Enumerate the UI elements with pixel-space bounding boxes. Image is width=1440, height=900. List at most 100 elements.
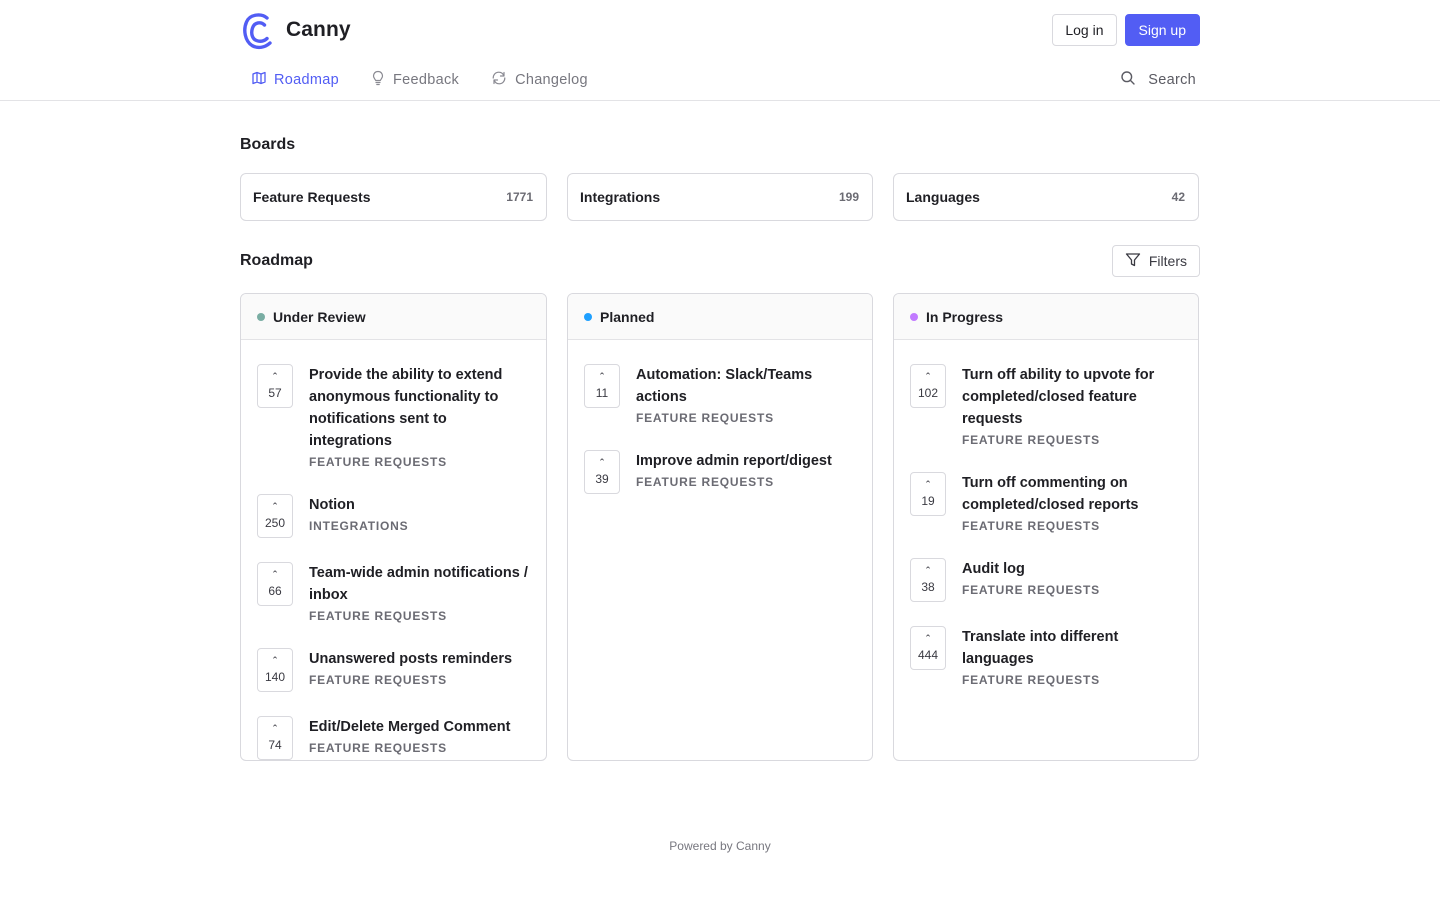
login-button[interactable]: Log in	[1052, 14, 1117, 46]
post-item[interactable]: ⌃ 39 Improve admin report/digest FEATURE…	[584, 450, 856, 494]
chevron-up-icon: ⌃	[271, 568, 279, 579]
upvote-button[interactable]: ⌃ 66	[257, 562, 293, 606]
post-item[interactable]: ⌃ 57 Provide the ability to extend anony…	[257, 364, 530, 470]
post-title[interactable]: Translate into different languages	[962, 626, 1182, 670]
nav-tab-label: Feedback	[392, 72, 460, 88]
filters-button[interactable]: Filters	[1111, 245, 1200, 277]
board-card-languages[interactable]: Languages 42	[893, 173, 1199, 221]
board-card-feature-requests[interactable]: Feature Requests 1771	[240, 173, 547, 221]
post-title[interactable]: Notion	[309, 494, 408, 516]
upvote-button[interactable]: ⌃ 250	[257, 494, 293, 538]
vote-count: 19	[921, 493, 935, 508]
chevron-up-icon: ⌃	[271, 654, 279, 665]
post-title[interactable]: Turn off commenting on completed/closed …	[962, 472, 1182, 516]
search-icon	[1120, 70, 1148, 90]
filter-icon	[1125, 252, 1149, 271]
brand-name: Canny	[286, 18, 351, 41]
vote-count: 66	[268, 583, 282, 598]
post-title[interactable]: Improve admin report/digest	[636, 450, 832, 472]
upvote-button[interactable]: ⌃ 74	[257, 716, 293, 760]
nav-tab-feedback[interactable]: Feedback	[359, 62, 471, 98]
post-title[interactable]: Edit/Delete Merged Comment	[309, 716, 510, 738]
chevron-up-icon: ⌃	[271, 722, 279, 733]
board-card-integrations[interactable]: Integrations 199	[567, 173, 873, 221]
roadmap-columns: Under Review ⌃ 57 Provide the ability to…	[240, 293, 1199, 761]
post-item[interactable]: ⌃ 66 Team-wide admin notifications / inb…	[257, 562, 530, 624]
upvote-button[interactable]: ⌃ 444	[910, 626, 946, 670]
boards-heading: Boards	[240, 136, 296, 153]
post-title[interactable]: Unanswered posts reminders	[309, 648, 512, 670]
main-nav: Roadmap Feedback Changelog	[240, 62, 608, 100]
vote-count: 444	[917, 647, 939, 662]
post-title[interactable]: Audit log	[962, 558, 1100, 580]
post-item[interactable]: ⌃ 140 Unanswered posts reminders FEATURE…	[257, 648, 530, 692]
vote-count: 38	[921, 579, 935, 594]
board-name: Feature Requests	[253, 189, 371, 205]
signup-button[interactable]: Sign up	[1124, 14, 1200, 46]
nav-tab-changelog[interactable]: Changelog	[479, 62, 600, 98]
column-header[interactable]: Under Review	[241, 294, 546, 340]
post-item[interactable]: ⌃ 11 Automation: Slack/Teams actions FEA…	[584, 364, 856, 426]
chevron-up-icon: ⌃	[271, 370, 279, 381]
column-posts: ⌃ 57 Provide the ability to extend anony…	[241, 340, 546, 760]
top-header: Canny Log in Sign up Roadmap Feedback Ch…	[0, 0, 1440, 101]
chevron-up-icon: ⌃	[598, 370, 606, 381]
upvote-button[interactable]: ⌃ 19	[910, 472, 946, 516]
boards-list: Feature Requests 1771 Integrations 199 L…	[240, 173, 1199, 221]
chevron-up-icon: ⌃	[924, 370, 932, 381]
post-title[interactable]: Turn off ability to upvote for completed…	[962, 364, 1182, 430]
column-posts: ⌃ 102 Turn off ability to upvote for com…	[894, 340, 1198, 688]
post-board-label: FEATURE REQUESTS	[309, 741, 447, 755]
column-posts: ⌃ 11 Automation: Slack/Teams actions FEA…	[568, 340, 872, 494]
column-header[interactable]: Planned	[568, 294, 872, 340]
vote-count: 57	[268, 385, 282, 400]
upvote-button[interactable]: ⌃ 140	[257, 648, 293, 692]
column-title: Planned	[600, 308, 655, 325]
upvote-button[interactable]: ⌃ 57	[257, 364, 293, 408]
map-icon	[252, 71, 274, 89]
board-post-count: 199	[838, 190, 859, 204]
post-item[interactable]: ⌃ 38 Audit log FEATURE REQUESTS	[910, 558, 1182, 602]
powered-by-link[interactable]: Powered by Canny	[0, 839, 1440, 853]
post-title[interactable]: Team-wide admin notifications / inbox	[309, 562, 530, 606]
chevron-up-icon: ⌃	[924, 478, 932, 489]
roadmap-heading: Roadmap	[240, 252, 313, 269]
post-board-label: FEATURE REQUESTS	[962, 519, 1100, 533]
post-board-label: FEATURE REQUESTS	[309, 455, 447, 469]
brand-logo-link[interactable]: Canny	[240, 10, 351, 50]
lightbulb-icon	[371, 70, 393, 90]
board-name: Languages	[906, 189, 980, 205]
post-board-label: FEATURE REQUESTS	[962, 583, 1100, 597]
chevron-up-icon: ⌃	[271, 500, 279, 511]
status-dot	[910, 312, 918, 321]
upvote-button[interactable]: ⌃ 11	[584, 364, 620, 408]
chevron-up-icon: ⌃	[924, 632, 932, 643]
post-item[interactable]: ⌃ 19 Turn off commenting on completed/cl…	[910, 472, 1182, 534]
post-title[interactable]: Automation: Slack/Teams actions	[636, 364, 856, 408]
upvote-button[interactable]: ⌃ 38	[910, 558, 946, 602]
post-item[interactable]: ⌃ 74 Edit/Delete Merged Comment FEATURE …	[257, 716, 530, 760]
chevron-up-icon: ⌃	[924, 564, 932, 575]
filters-label: Filters	[1148, 253, 1187, 269]
column-title: Under Review	[273, 308, 366, 325]
vote-count: 250	[264, 515, 286, 530]
post-board-label: FEATURE REQUESTS	[962, 673, 1100, 687]
vote-count: 140	[264, 669, 286, 684]
post-item[interactable]: ⌃ 102 Turn off ability to upvote for com…	[910, 364, 1182, 448]
roadmap-column-planned: Planned ⌃ 11 Automation: Slack/Teams act…	[567, 293, 873, 761]
post-board-label: FEATURE REQUESTS	[309, 609, 447, 623]
nav-tab-label: Changelog	[515, 72, 588, 88]
post-title[interactable]: Provide the ability to extend anonymous …	[309, 364, 530, 452]
vote-count: 11	[595, 385, 609, 400]
vote-count: 102	[917, 385, 939, 400]
post-item[interactable]: ⌃ 444 Translate into different languages…	[910, 626, 1182, 688]
column-header[interactable]: In Progress	[894, 294, 1198, 340]
post-board-label: FEATURE REQUESTS	[636, 411, 774, 425]
upvote-button[interactable]: ⌃ 102	[910, 364, 946, 408]
status-dot	[584, 312, 592, 321]
upvote-button[interactable]: ⌃ 39	[584, 450, 620, 494]
nav-tab-roadmap[interactable]: Roadmap	[240, 62, 351, 98]
status-dot	[257, 312, 265, 321]
post-item[interactable]: ⌃ 250 Notion INTEGRATIONS	[257, 494, 530, 538]
search-button[interactable]: Search	[1120, 70, 1196, 90]
